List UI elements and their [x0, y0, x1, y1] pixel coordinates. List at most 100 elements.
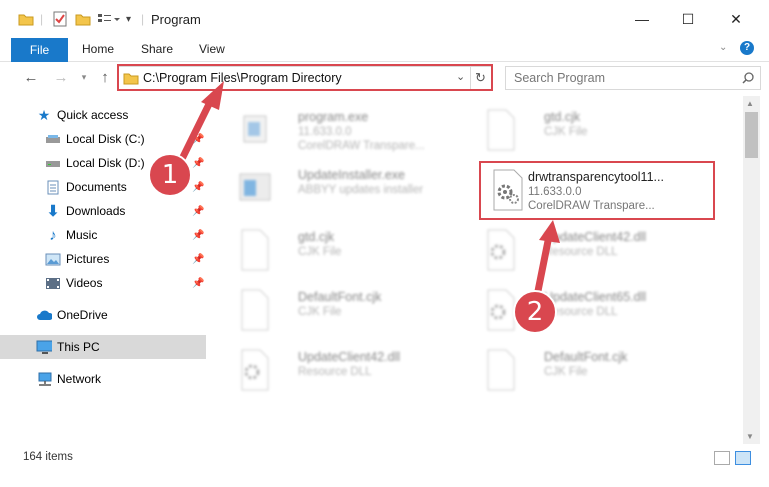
address-dropdown-icon[interactable]: ⌄ — [456, 70, 465, 83]
pin-icon[interactable]: 📌 — [192, 230, 204, 241]
back-arrow-icon[interactable]: ← — [20, 66, 42, 88]
maximize-button[interactable]: ☐ — [665, 0, 711, 38]
file-highlight-box — [479, 161, 715, 220]
exe-icon — [243, 115, 267, 143]
file-name: UpdateClient65.dll — [544, 290, 647, 304]
minimize-button[interactable]: — — [619, 0, 665, 38]
sidebar-item-onedrive[interactable]: OneDrive — [0, 303, 206, 327]
documents-icon — [45, 179, 61, 195]
file-type: CJK File — [298, 246, 342, 258]
sidebar-item-label: Downloads — [66, 204, 126, 218]
folder-icon — [123, 73, 139, 85]
pin-icon[interactable]: 📌 — [192, 182, 204, 193]
help-icon[interactable]: ? — [740, 41, 754, 55]
new-folder-icon[interactable] — [75, 9, 91, 29]
view-options-icon[interactable] — [97, 9, 121, 29]
sidebar-item-label: Local Disk (D:) — [66, 156, 145, 170]
music-icon: ♪ — [49, 226, 57, 244]
sidebar-item-label: Local Disk (C:) — [66, 132, 145, 146]
separator: | — [40, 12, 44, 26]
sidebar-item-label: Pictures — [66, 252, 110, 266]
sidebar-item-label: Videos — [66, 276, 103, 290]
file-tile[interactable]: UpdateClient42.dll Resource DLL — [474, 222, 714, 278]
pictures-icon — [45, 251, 61, 267]
sidebar-item-network[interactable]: Network — [0, 367, 206, 391]
pin-icon[interactable]: 📌 — [192, 278, 204, 289]
scrollbar-thumb[interactable] — [745, 112, 758, 158]
pin-icon[interactable]: 📌 — [192, 158, 204, 169]
file-tile[interactable]: UpdateClient65.dll Resource DLL — [474, 282, 714, 338]
sidebar-item-quick-access[interactable]: ★ Quick access — [0, 103, 206, 127]
sidebar-item-label: Documents — [66, 180, 127, 194]
step-number-2: 2 — [526, 297, 544, 327]
sidebar-item-this-pc[interactable]: This PC — [0, 335, 206, 359]
file-tile[interactable]: DefaultFont.cjk CJK File — [474, 342, 714, 398]
file-name: DefaultFont.cjk — [544, 350, 628, 364]
dll-gear-icon — [487, 289, 515, 331]
address-path: C:\Program Files\Program Directory — [143, 71, 342, 85]
tab-file[interactable]: File — [11, 38, 68, 62]
file-description: ABBYY updates installer — [298, 184, 424, 196]
file-name: UpdateClient42.dll — [544, 230, 647, 244]
sidebar-item-music[interactable]: ♪ Music 📌 — [0, 223, 206, 247]
ribbon: File Home Share View ⌄ ? — [0, 38, 769, 62]
sidebar-item-videos[interactable]: Videos 📌 — [0, 271, 206, 295]
sidebar-item-label: OneDrive — [57, 308, 108, 322]
drive-icon — [45, 155, 61, 171]
sidebar-item-label: Network — [57, 372, 102, 386]
separator: | — [141, 12, 145, 26]
file-version: 11.633.0.0 — [298, 126, 352, 138]
dll-gear-icon — [241, 349, 269, 391]
installer-icon — [239, 173, 271, 201]
scroll-up-icon[interactable]: ▲ — [746, 99, 754, 108]
pin-icon[interactable]: 📌 — [192, 134, 204, 145]
file-name: program.exe — [298, 110, 369, 124]
blank-file-icon — [487, 349, 515, 391]
sidebar-item-pictures[interactable]: Pictures 📌 — [0, 247, 206, 271]
navigation-pane: ★ Quick access Local Disk (C:) 📌 Local D… — [0, 96, 210, 444]
file-tile[interactable]: UpdateInstaller.exe ABBYY updates instal… — [228, 160, 468, 216]
search-placeholder: Search Program — [514, 71, 606, 85]
customize-toolbar-icon[interactable]: ▾ — [126, 9, 131, 29]
scroll-down-icon[interactable]: ▼ — [746, 432, 754, 441]
status-bar: 164 items — [0, 448, 769, 470]
step-number-1: 1 — [161, 160, 179, 190]
file-tile[interactable]: DefaultFont.cjk CJK File — [228, 282, 468, 338]
file-name: UpdateInstaller.exe — [298, 168, 406, 182]
vertical-scrollbar[interactable]: ▲ ▼ — [743, 96, 760, 444]
downloads-icon: ⬇ — [46, 203, 60, 220]
close-button[interactable]: ✕ — [713, 0, 759, 38]
sidebar-item-label: Quick access — [57, 108, 129, 122]
file-tile[interactable]: UpdateClient42.dll Resource DLL — [228, 342, 468, 398]
refresh-icon[interactable]: ↻ — [475, 70, 486, 86]
title-bar: | ▾ | Program — ☐ ✕ — [0, 0, 769, 38]
large-icons-view-icon[interactable] — [735, 451, 751, 465]
tab-view[interactable]: View — [199, 42, 225, 56]
pin-icon[interactable]: 📌 — [192, 206, 204, 217]
sidebar-item-local-disk-c[interactable]: Local Disk (C:) 📌 — [0, 127, 206, 151]
file-type: Resource DLL — [298, 366, 372, 378]
search-icon — [742, 72, 754, 84]
tab-home[interactable]: Home — [82, 42, 114, 56]
properties-icon[interactable] — [52, 9, 68, 29]
file-name: UpdateClient42.dll — [298, 350, 401, 364]
details-view-icon[interactable] — [714, 451, 730, 465]
file-tile[interactable]: program.exe 11.633.0.0 CorelDRAW Transpa… — [228, 102, 468, 158]
up-arrow-icon[interactable]: ↑ — [94, 66, 116, 88]
forward-arrow-icon[interactable]: → — [50, 66, 72, 88]
tab-share[interactable]: Share — [141, 42, 173, 56]
pin-icon[interactable]: 📌 — [192, 254, 204, 265]
sidebar-item-label: This PC — [57, 340, 100, 354]
recent-locations-icon[interactable]: ▾ — [73, 66, 95, 88]
sidebar-item-downloads[interactable]: ⬇ Downloads 📌 — [0, 199, 206, 223]
expand-ribbon-icon[interactable]: ⌄ — [719, 42, 727, 53]
file-tile[interactable]: gtd.cjk CJK File — [474, 102, 714, 158]
search-input[interactable]: Search Program — [505, 66, 761, 90]
sidebar-item-label: Music — [66, 228, 98, 242]
star-icon: ★ — [37, 106, 51, 123]
address-bar[interactable]: C:\Program Files\Program Directory ⌄ ↻ — [117, 66, 492, 90]
file-tile[interactable]: gtd.cjk CJK File — [228, 222, 468, 278]
window-title: Program — [151, 12, 201, 27]
file-description: CorelDRAW Transpare... — [298, 140, 425, 152]
network-icon — [36, 371, 52, 387]
